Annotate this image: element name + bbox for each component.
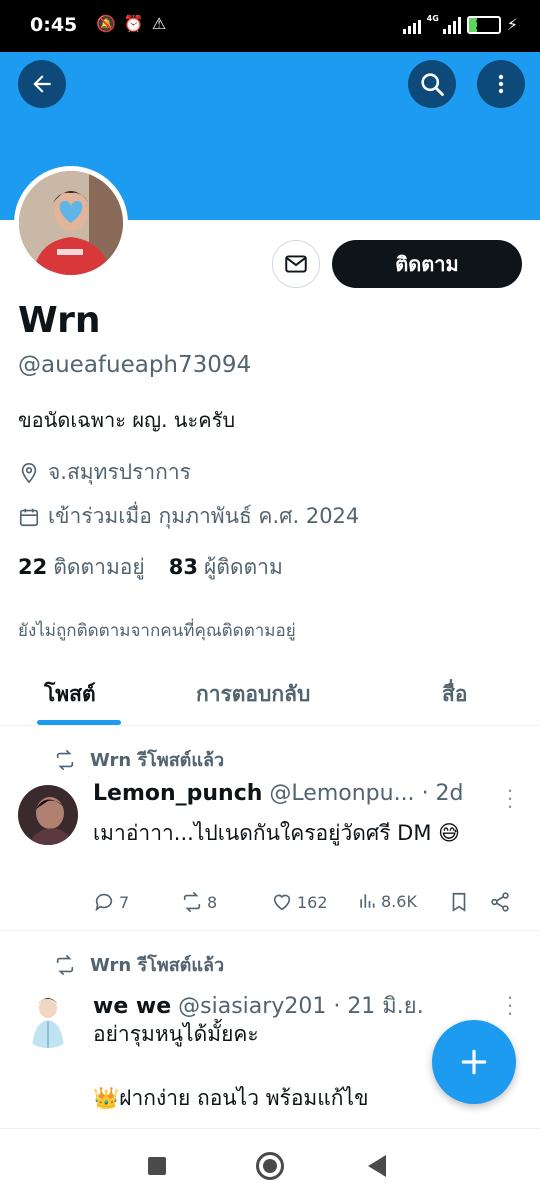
profile-location: จ.สมุทรปราการ: [18, 456, 191, 489]
location-text: จ.สมุทรปราการ: [48, 460, 191, 484]
wifi-signal-icon: [402, 16, 421, 34]
view-count: 8.6K: [381, 891, 417, 911]
repost-indicator: Wrn รีโพสต์แล้ว: [54, 745, 224, 774]
followers-count: 83: [168, 555, 198, 579]
arrow-left-icon: [33, 75, 51, 93]
repost-count: 8: [207, 892, 218, 912]
timeline-post[interactable]: Wrn รีโพสต์แล้ว Lemon_punch @Lemonpu... …: [0, 727, 540, 931]
recents-icon[interactable]: [148, 1157, 166, 1175]
home-icon[interactable]: [256, 1152, 284, 1180]
post-more-icon[interactable]: · · ·: [506, 781, 514, 817]
battery-icon: 26: [466, 15, 501, 34]
message-button[interactable]: [272, 240, 320, 288]
alarm-icon: ⏰: [123, 14, 144, 33]
tab-posts[interactable]: โพสต์: [44, 678, 96, 711]
more-options-button[interactable]: [477, 60, 525, 108]
heart-icon: [273, 894, 291, 911]
post-time: · 2d: [421, 781, 464, 806]
followers-label: ผู้ติดตาม: [203, 555, 283, 579]
calendar-icon: [19, 508, 39, 526]
bar-chart-icon: [360, 894, 375, 908]
back-triangle-icon[interactable]: [368, 1155, 386, 1177]
location-pin-icon: [21, 462, 37, 483]
avatar-photo: [19, 171, 123, 275]
profile-display-name: Wrn: [18, 300, 101, 341]
reply-button[interactable]: 7: [93, 891, 129, 913]
repost-label: Wrn รีโพสต์แล้ว: [90, 750, 225, 771]
following-link[interactable]: 22 ติดตามอยู่: [18, 551, 145, 584]
post-more-icon[interactable]: · · ·: [506, 988, 514, 1024]
warning-icon: ⚠: [151, 14, 167, 33]
system-navigation-bar: [0, 1128, 540, 1200]
post-actions: 7 8 162 8.6K: [93, 891, 518, 919]
repost-icon: [56, 749, 74, 770]
active-tab-indicator: [37, 720, 121, 725]
post-author-handle: @Lemonpu...: [269, 781, 415, 806]
views-button[interactable]: 8.6K: [357, 891, 417, 911]
post-author-name[interactable]: we we: [93, 994, 171, 1019]
status-bar: 0:45 🔕 ⏰ ⚠ 4G 26 ⚡: [0, 0, 540, 52]
status-time: 0:45: [30, 14, 78, 36]
tab-media[interactable]: สื่อ: [442, 678, 467, 711]
mute-icon: 🔕: [96, 14, 116, 33]
more-vertical-icon: [498, 74, 504, 94]
followers-link[interactable]: 83 ผู้ติดตาม: [169, 551, 283, 584]
reply-icon: [95, 893, 113, 912]
cell-signal-icon: [442, 16, 461, 34]
reply-count: 7: [119, 892, 130, 912]
search-button[interactable]: [408, 60, 456, 108]
back-button[interactable]: [18, 60, 66, 108]
like-count: 162: [297, 892, 328, 912]
follow-button[interactable]: ติดตาม: [332, 240, 522, 288]
repost-button[interactable]: 8: [181, 891, 217, 913]
search-icon: [421, 73, 444, 96]
post-author-handle: @siasiary201: [178, 994, 327, 1019]
bookmark-icon: [452, 892, 466, 912]
share-icon: [491, 892, 509, 912]
repost-icon: [183, 892, 201, 912]
follow-stats: 22 ติดตามอยู่ 83 ผู้ติดตาม: [18, 551, 283, 584]
post-time: · 21 มิ.ย.: [333, 994, 424, 1019]
following-label: ติดตามอยู่: [53, 555, 145, 579]
following-count: 22: [18, 555, 48, 579]
repost-indicator: Wrn รีโพสต์แล้ว: [54, 950, 224, 979]
compose-button[interactable]: [432, 1020, 516, 1104]
plus-icon: [461, 1049, 487, 1075]
repost-label: Wrn รีโพสต์แล้ว: [90, 955, 225, 976]
profile-join-date: เข้าร่วมเมื่อ กุมภาพันธ์ ค.ศ. 2024: [18, 500, 359, 533]
mutual-followers-note: ยังไม่ถูกติดตามจากคนที่คุณติดตามอยู่: [18, 621, 296, 641]
repost-icon: [56, 954, 74, 975]
profile-bio: ขอนัดเฉพาะ ผญ. นะครับ: [18, 408, 236, 432]
post-author-name[interactable]: Lemon_punch: [93, 781, 262, 806]
post-author-avatar[interactable]: [18, 988, 78, 1048]
tab-replies[interactable]: การตอบกลับ: [196, 678, 310, 711]
network-type: 4G: [426, 14, 439, 23]
profile-avatar[interactable]: [14, 166, 128, 280]
profile-handle: @aueafueaph73094: [18, 352, 252, 378]
post-header: Lemon_punch @Lemonpu... · 2d: [93, 781, 493, 806]
battery-level: 26: [475, 17, 493, 32]
profile-tabs: โพสต์ การตอบกลับ สื่อ: [0, 662, 540, 726]
post-text: เมาอ่าาา...ไปเนดกันใครอยู่วัดศรี DM 😅: [93, 821, 461, 845]
share-button[interactable]: [489, 891, 511, 913]
charging-icon: ⚡: [506, 15, 518, 34]
like-button[interactable]: 162: [271, 891, 328, 913]
mail-icon: [285, 255, 307, 273]
join-date-text: เข้าร่วมเมื่อ กุมภาพันธ์ ค.ศ. 2024: [48, 504, 360, 528]
bookmark-button[interactable]: [448, 891, 470, 913]
post-author-avatar[interactable]: [18, 785, 78, 845]
